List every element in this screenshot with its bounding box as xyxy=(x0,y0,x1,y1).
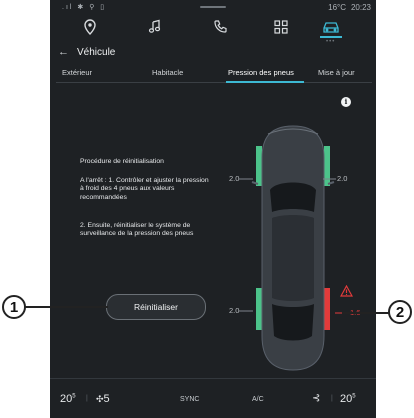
ac-button[interactable]: A/C xyxy=(252,396,264,403)
warning-triangle-icon xyxy=(340,285,353,297)
status-time: 20:23 xyxy=(350,3,371,12)
car-top-view xyxy=(251,125,335,371)
info-icon[interactable]: i xyxy=(341,97,351,107)
status-temperature: 16°C xyxy=(328,3,346,12)
instructions-step1: A l'arrêt : 1. Contrôler et ajuster la p… xyxy=(80,177,209,201)
fan-control[interactable]: ✣5 xyxy=(96,393,110,405)
music-icon[interactable] xyxy=(143,17,167,37)
climate-bar: 205 | ✣5 SYNC A/C ⊰ | 205 xyxy=(50,378,376,418)
tab-exterieur[interactable]: Extérieur xyxy=(62,68,92,77)
instructions-step2: 2. Ensuite, réinitialiser le système de … xyxy=(80,221,194,238)
tab-habitacle[interactable]: Habitacle xyxy=(152,68,183,77)
pressure-front-right: 2.0 xyxy=(337,174,348,183)
breadcrumb: ← Véhicule xyxy=(58,46,115,58)
page-title: Véhicule xyxy=(77,46,116,58)
callout-1: 1 xyxy=(2,295,26,319)
fan-icon: ✣ xyxy=(96,394,104,404)
connectivity-icons: .ıl ✱ ⚲ ▯ xyxy=(62,4,107,11)
temp-left[interactable]: 205 xyxy=(60,393,76,405)
seat-heat-icon[interactable]: ⊰ xyxy=(312,393,320,404)
tab-bar: Extérieur Habitacle Pression des pneus M… xyxy=(56,66,372,83)
sync-button[interactable]: SYNC xyxy=(180,396,199,403)
status-bar: .ıl ✱ ⚲ ▯ 16°C 20:23 xyxy=(50,0,376,14)
instructions-title: Procédure de réinitialisation xyxy=(80,158,164,165)
vehicle-icon[interactable] xyxy=(319,17,343,37)
navigation-pin-icon[interactable] xyxy=(78,17,102,37)
dash-front-left xyxy=(239,178,253,180)
tire-front-left xyxy=(256,146,262,186)
more-dots: ••• xyxy=(326,39,336,45)
temp-right[interactable]: 205 xyxy=(340,393,356,405)
dash-front-right xyxy=(323,178,336,180)
active-tab-indicator xyxy=(226,81,304,83)
apps-grid-icon[interactable] xyxy=(269,17,293,37)
infotainment-screen: .ıl ✱ ⚲ ▯ 16°C 20:23 ••• ← Véhicule Exté… xyxy=(50,0,376,418)
divider-left: | xyxy=(86,395,88,402)
temp-right-value: 20 xyxy=(340,393,353,405)
status-handle xyxy=(200,6,226,8)
temp-left-value: 20 xyxy=(60,393,73,405)
top-navigation: ••• xyxy=(50,14,376,45)
dash-rear-left xyxy=(239,310,253,312)
reset-button[interactable]: Réinitialiser xyxy=(106,294,206,320)
tab-pression-des-pneus[interactable]: Pression des pneus xyxy=(228,68,294,77)
temp-right-decimal: 5 xyxy=(352,393,356,400)
callout-2: 2 xyxy=(388,300,412,324)
tire-rear-left xyxy=(256,288,262,330)
divider-right: | xyxy=(331,395,333,402)
tire-rear-right xyxy=(324,288,330,330)
temp-left-decimal: 5 xyxy=(72,393,76,400)
callout-line-1 xyxy=(24,306,108,308)
back-arrow-icon[interactable]: ← xyxy=(58,46,69,58)
fan-speed: 5 xyxy=(103,393,110,405)
tab-mise-a-jour[interactable]: Mise à jour xyxy=(318,68,355,77)
phone-icon[interactable] xyxy=(208,17,232,37)
active-nav-indicator xyxy=(320,36,342,38)
callout-line-2 xyxy=(342,312,392,314)
reset-instructions: Procédure de réinitialisation A l'arrêt … xyxy=(80,158,210,249)
